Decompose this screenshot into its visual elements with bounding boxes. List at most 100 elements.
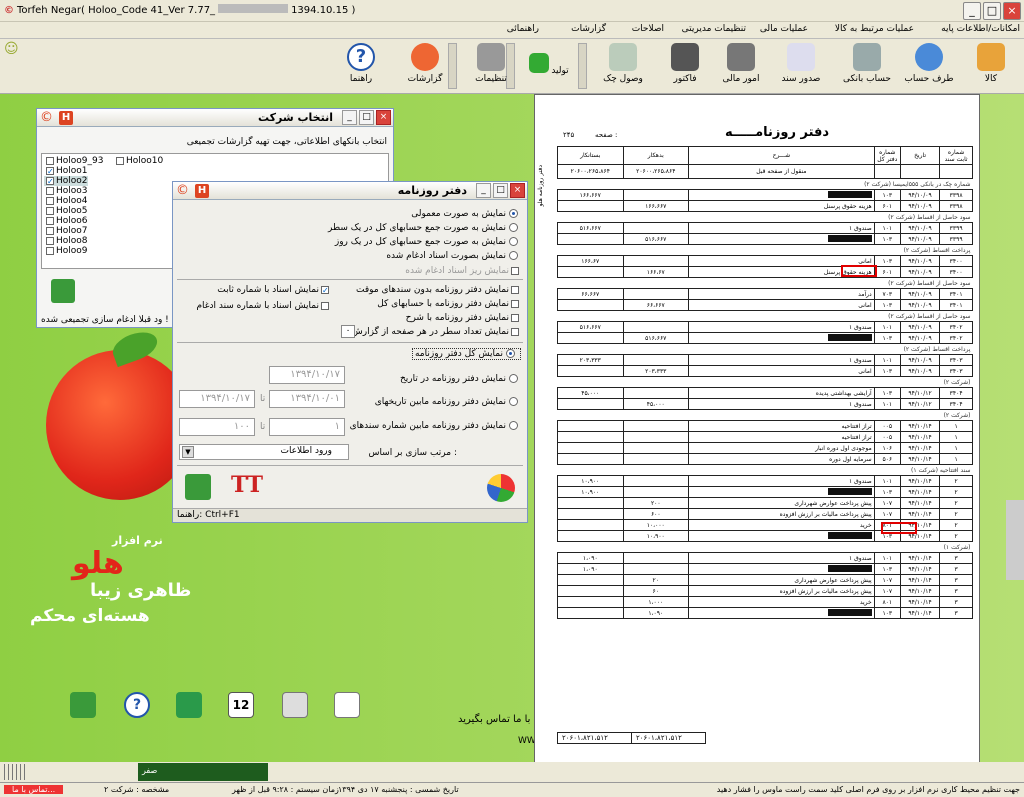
chevron-down-icon[interactable]: ▼	[182, 446, 194, 458]
checkbox[interactable]	[511, 299, 519, 308]
check-no-temp[interactable]: نمایش دفتر روزنامه بدون سندهای موقت	[356, 285, 521, 295]
date-to-input[interactable]: ۱۳۹۴/۱۰/۱۷	[179, 390, 255, 408]
toolbar-finance-button[interactable]: امور مالی	[712, 41, 770, 91]
menu-finance[interactable]: عملیات مالی	[760, 24, 808, 34]
range-between-dates[interactable]: نمایش دفتر روزنامه مابین تاریخهای	[375, 397, 521, 407]
dropdown-arrow-icon[interactable]	[578, 43, 587, 89]
checkbox-checked[interactable]: ✓	[46, 166, 54, 175]
toolbar-goods-button[interactable]: کالا	[962, 41, 1020, 91]
exit-icon[interactable]	[51, 279, 75, 303]
task-item[interactable]: صفر	[138, 763, 268, 781]
toolbar-reports-button[interactable]: گزارشات	[396, 41, 454, 91]
toolbar-settings-button[interactable]: تنظیمات	[462, 41, 520, 91]
toolbar-cheque-button[interactable]: وصول چک	[594, 41, 652, 91]
menu-goods[interactable]: عملیات مرتبط به کالا	[835, 24, 914, 34]
checkbox[interactable]	[321, 301, 329, 310]
toolbar-voucher-button[interactable]: صدور سند	[772, 41, 830, 91]
help-icon[interactable]: ?	[124, 692, 150, 718]
radio[interactable]	[509, 397, 518, 406]
radio[interactable]	[509, 374, 518, 383]
radio-selected[interactable]	[509, 209, 518, 218]
minimize-button[interactable]: _	[342, 110, 357, 125]
exit-icon[interactable]	[185, 474, 211, 500]
company-item[interactable]: ✓ Holoo1	[44, 166, 88, 176]
check-description[interactable]: نمایش دفتر روزنامه با شرح	[406, 313, 521, 323]
font-icon[interactable]: TT	[231, 472, 263, 498]
check-fixed-number[interactable]: نمایش اسناد با شماره ثابت ✓	[217, 285, 331, 295]
checkbox[interactable]	[46, 226, 54, 235]
close-button[interactable]: ×	[376, 110, 391, 125]
date-from-input[interactable]: ۱۳۹۴/۱۰/۰۱	[269, 390, 345, 408]
menu-management[interactable]: تنظیمات مدیریتی	[682, 24, 746, 34]
company-item[interactable]: Holoo4	[44, 196, 88, 206]
number-to-input[interactable]: ۱۰۰	[179, 418, 255, 436]
option-sum-row[interactable]: نمایش به صورت جمع حسابهای کل در یک سطر	[328, 223, 521, 233]
range-between-numbers[interactable]: نمایش دفتر روزنامه مابین شماره سندهای	[350, 421, 521, 431]
menu-help[interactable]: راهنمائی	[507, 24, 539, 34]
maximize-button[interactable]: □	[359, 110, 374, 125]
company-item-selected[interactable]: ✓ Holoo2	[44, 176, 88, 186]
option-merged-detail[interactable]: نمایش ریز اسناد ادغام شده	[405, 266, 521, 276]
checkbox[interactable]	[46, 206, 54, 215]
checkbox[interactable]	[46, 156, 54, 165]
checkbox[interactable]	[46, 186, 54, 195]
company-item[interactable]: Holoo6	[44, 216, 88, 226]
calculator-icon[interactable]	[282, 692, 308, 718]
toolbar-production-button[interactable]: تولید	[520, 41, 576, 91]
checkbox-checked[interactable]: ✓	[46, 176, 54, 185]
notepad-icon[interactable]	[334, 692, 360, 718]
range-date[interactable]: نمایش دفتر روزنامه در تاریخ	[400, 374, 521, 384]
radio-selected[interactable]	[506, 349, 515, 358]
checkbox[interactable]	[46, 236, 54, 245]
menu-reports[interactable]: گزارشات	[571, 24, 606, 34]
date-input[interactable]: ۱۳۹۴/۱۰/۱۷	[269, 366, 345, 384]
checkbox[interactable]	[46, 246, 54, 255]
check-merge-number[interactable]: نمایش اسناد با شماره سند ادغام	[196, 301, 331, 311]
company-item[interactable]: Holoo10	[114, 156, 163, 166]
phone-icon[interactable]	[176, 692, 202, 718]
radio[interactable]	[509, 237, 518, 246]
company-item[interactable]: Holoo3	[44, 186, 88, 196]
calendar-icon[interactable]: 12	[228, 692, 254, 718]
option-sum-day[interactable]: نمایش به صورت جمع حسابهای کل در یک روز	[335, 237, 521, 247]
menu-basic[interactable]: امکانات/اطلاعات پایه	[941, 24, 1020, 34]
radio[interactable]	[509, 251, 518, 260]
company-item[interactable]: Holoo9_93	[44, 156, 103, 166]
pie-chart-icon[interactable]	[487, 474, 515, 502]
toolbar-bank-button[interactable]: حساب بانکی	[838, 41, 896, 91]
checkbox[interactable]	[46, 216, 54, 225]
checkbox-checked[interactable]: ✓	[321, 285, 329, 294]
exit-icon[interactable]	[70, 692, 96, 718]
checkbox[interactable]	[511, 313, 519, 322]
check-general-accounts[interactable]: نمایش دفتر روزنامه با حسابهای کل	[377, 299, 521, 309]
option-normal[interactable]: نمایش به صورت معمولی	[411, 209, 521, 219]
checkbox[interactable]	[511, 327, 519, 336]
checkbox[interactable]	[511, 266, 519, 275]
toolbar-help-button[interactable]: ? راهنما	[332, 41, 390, 91]
minimize-button[interactable]: _	[963, 2, 981, 20]
close-button[interactable]: ×	[1003, 2, 1021, 20]
company-item[interactable]: Holoo8	[44, 236, 88, 246]
maximize-button[interactable]: □	[493, 183, 508, 198]
number-from-input[interactable]: ۱	[269, 418, 345, 436]
toolbar-party-button[interactable]: طرف حساب	[900, 41, 958, 91]
company-item[interactable]: Holoo7	[44, 226, 88, 236]
checkbox[interactable]	[511, 285, 519, 294]
checkbox[interactable]	[116, 156, 124, 165]
company-item[interactable]: Holoo9	[44, 246, 88, 256]
menu-corrections[interactable]: اصلاحات	[632, 24, 664, 34]
range-all[interactable]: نمایش کل دفتر روزنامه	[411, 348, 521, 360]
close-button[interactable]: ×	[510, 183, 525, 198]
maximize-button[interactable]: □	[983, 2, 1001, 20]
contact-us-button[interactable]: تماس با ما...	[4, 785, 64, 794]
toolbar-invoice-button[interactable]: فاکتور	[656, 41, 714, 91]
sort-select[interactable]: ورود اطلاعات ▼	[179, 444, 349, 460]
radio[interactable]	[509, 223, 518, 232]
minimize-button[interactable]: _	[476, 183, 491, 198]
check-line-count[interactable]: نمایش تعداد سطر در هر صفحه از گزارش	[352, 327, 521, 337]
lines-per-page-input[interactable]: ۰	[341, 325, 355, 338]
checkbox[interactable]	[46, 196, 54, 205]
company-item[interactable]: Holoo5	[44, 206, 88, 216]
option-merged[interactable]: نمایش بصورت اسناد ادغام شده	[386, 251, 521, 261]
radio[interactable]	[509, 421, 518, 430]
